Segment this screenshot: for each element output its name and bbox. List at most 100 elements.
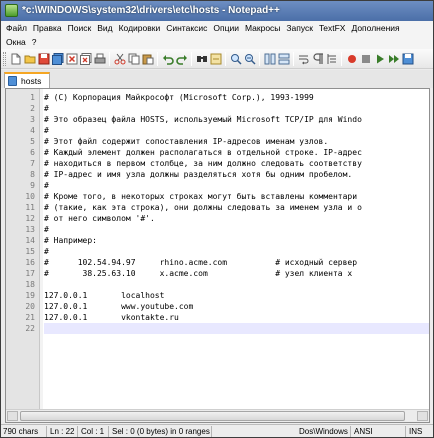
code-line[interactable]: # Этот файл содержит сопоставления IP-ад… [44, 136, 429, 147]
code-line[interactable]: # [44, 246, 429, 257]
code-line[interactable]: # [44, 180, 429, 191]
wrap-icon[interactable] [297, 52, 310, 65]
line-number: 16 [25, 258, 35, 267]
fold-margin [40, 89, 43, 409]
close-icon[interactable] [65, 52, 78, 65]
status-column: Col : 1 [79, 426, 109, 437]
code-line[interactable]: # Это образец файла HOSTS, используемый … [44, 114, 429, 125]
menu-view[interactable]: Вид [94, 22, 115, 35]
copy-icon[interactable] [127, 52, 140, 65]
paste-icon[interactable] [141, 52, 154, 65]
tab-label: hosts [21, 76, 42, 86]
scrollbar-thumb[interactable] [20, 411, 405, 421]
print-icon[interactable] [93, 52, 106, 65]
code-line[interactable]: 127.0.0.1 vkontakte.ru [44, 312, 429, 323]
tab-hosts[interactable]: hosts [4, 72, 50, 88]
stop-macro-icon[interactable] [359, 52, 372, 65]
cut-icon[interactable] [113, 52, 126, 65]
toolbar-separator [293, 52, 294, 66]
new-file-icon[interactable] [9, 52, 22, 65]
status-line: Ln : 22 [48, 426, 78, 437]
line-number: 1 [30, 93, 35, 102]
zoom-out-icon[interactable] [243, 52, 256, 65]
code-line[interactable] [44, 323, 429, 334]
toolbar-separator [225, 52, 226, 66]
open-file-icon[interactable] [23, 52, 36, 65]
all-chars-icon[interactable] [311, 52, 324, 65]
play-macro-icon[interactable] [373, 52, 386, 65]
scroll-right-arrow-icon[interactable] [417, 411, 428, 421]
toolbar-separator [191, 52, 192, 66]
line-number-gutter: 1 2 3 4 5 6 7 8 9 10 11 12 13 14 15 16 17 18 19 20 21 22 [6, 89, 40, 409]
status-bar: 790 chars Ln : 22 Col : 1 Sel : 0 (0 byt… [1, 424, 433, 437]
menu-run[interactable]: Запуск [283, 22, 316, 35]
line-number: 15 [25, 247, 35, 256]
line-number: 20 [25, 302, 35, 311]
line-number: 21 [25, 313, 35, 322]
redo-icon[interactable] [175, 52, 188, 65]
undo-icon[interactable] [161, 52, 174, 65]
record-macro-icon[interactable] [345, 52, 358, 65]
code-line[interactable]: # 102.54.94.97 rhino.acme.com # исходный… [44, 257, 429, 268]
code-line[interactable]: # (такие, как эта строка), они должны сл… [44, 202, 429, 213]
code-line[interactable]: 127.0.0.1 localhost [44, 290, 429, 301]
status-char-count: 790 chars [1, 426, 47, 437]
code-line[interactable]: # находиться в первом столбце, за ним до… [44, 158, 429, 169]
code-line[interactable]: # [44, 103, 429, 114]
code-line[interactable]: 127.0.0.1 www.youtube.com [44, 301, 429, 312]
line-number: 6 [30, 148, 35, 157]
code-line[interactable] [44, 279, 429, 290]
sync-v-icon[interactable] [263, 52, 276, 65]
zoom-in-icon[interactable] [229, 52, 242, 65]
title-bar[interactable]: *c:\WINDOWS\system32\drivers\etc\hosts -… [1, 1, 433, 21]
line-number: 11 [25, 203, 35, 212]
line-number: 10 [25, 192, 35, 201]
code-line[interactable]: # IP-адрес и имя узла должны разделяться… [44, 169, 429, 180]
line-number: 4 [30, 126, 35, 135]
menu-options[interactable]: Опции [210, 22, 242, 35]
line-number: 17 [25, 269, 35, 278]
code-line[interactable]: # [44, 224, 429, 235]
menu-file[interactable]: Файл [3, 22, 30, 35]
find-icon[interactable] [195, 52, 208, 65]
menu-windows[interactable]: Окна [3, 36, 29, 49]
menu-syntax[interactable]: Синтаксис [163, 22, 210, 35]
line-number: 7 [30, 159, 35, 168]
replace-icon[interactable] [209, 52, 222, 65]
status-encoding: ANSI [352, 426, 406, 437]
code-line[interactable]: # [44, 125, 429, 136]
menu-help[interactable]: ? [29, 36, 40, 49]
close-all-icon[interactable] [79, 52, 92, 65]
menu-plugins[interactable]: Дополнения [348, 22, 402, 35]
menu-edit[interactable]: Правка [30, 22, 65, 35]
line-number: 5 [30, 137, 35, 146]
editor-pane[interactable]: 1 2 3 4 5 6 7 8 9 10 11 12 13 14 15 16 17 18 19 20 21 22 # (C… [5, 88, 430, 423]
line-number: 2 [30, 104, 35, 113]
code-line[interactable]: # 38.25.63.10 x.acme.com # узел клиента … [44, 268, 429, 279]
tab-bar: hosts [1, 70, 433, 88]
toolbar-separator [341, 52, 342, 66]
code-line[interactable]: # Кроме того, в некоторых строках могут … [44, 191, 429, 202]
scroll-left-arrow-icon[interactable] [7, 411, 18, 421]
menu-search[interactable]: Поиск [65, 22, 95, 35]
run-macro-multi-icon[interactable] [387, 52, 400, 65]
line-number: 22 [25, 324, 35, 333]
line-number: 18 [25, 280, 35, 289]
code-line[interactable]: # Каждый элемент должен располагаться в … [44, 147, 429, 158]
horizontal-scrollbar[interactable] [6, 409, 429, 422]
save-macro-icon[interactable] [401, 52, 414, 65]
menu-encoding[interactable]: Кодировки [116, 22, 164, 35]
indent-guide-icon[interactable] [325, 52, 338, 65]
menu-bar: Файл Правка Поиск Вид Кодировки Синтакси… [1, 21, 433, 49]
sync-h-icon[interactable] [277, 52, 290, 65]
save-icon[interactable] [37, 52, 50, 65]
text-area[interactable]: # (C) Корпорация Майкрософт (Microsoft C… [44, 89, 429, 409]
code-line[interactable]: # (C) Корпорация Майкрософт (Microsoft C… [44, 92, 429, 103]
toolbar-grip[interactable] [3, 52, 6, 66]
toolbar-separator [259, 52, 260, 66]
code-line[interactable]: # от него символом '#'. [44, 213, 429, 224]
code-line[interactable]: # Например: [44, 235, 429, 246]
menu-macros[interactable]: Макросы [242, 22, 283, 35]
save-all-icon[interactable] [51, 52, 64, 65]
menu-textfx[interactable]: TextFX [316, 22, 348, 35]
